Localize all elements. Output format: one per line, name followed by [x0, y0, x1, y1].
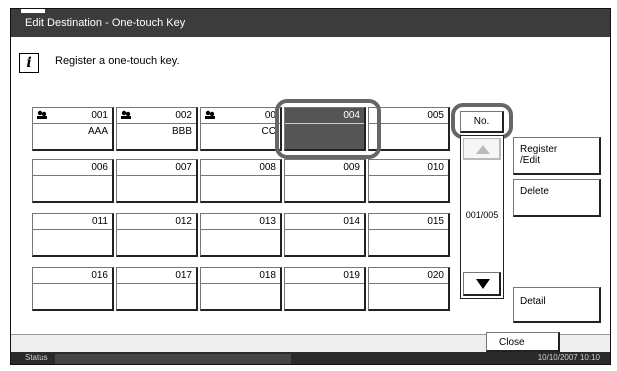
status-message-area	[55, 354, 291, 364]
message-text: Register a one-touch key.	[55, 55, 180, 67]
scroll-up-button[interactable]	[463, 138, 501, 160]
group-icon	[37, 110, 47, 119]
key-number: 013	[259, 216, 276, 227]
key-number: 018	[259, 270, 276, 281]
one-touch-key[interactable]: 008	[200, 159, 282, 203]
delete-button[interactable]: Delete	[513, 179, 601, 217]
one-touch-key[interactable]: 014	[284, 213, 366, 257]
register-edit-label-line2: /Edit	[520, 155, 541, 166]
key-number: 011	[92, 216, 108, 227]
down-arrow-icon	[476, 279, 490, 289]
page-indicator: 001/005	[465, 210, 499, 220]
one-touch-key[interactable]: 012	[116, 213, 198, 257]
key-divider	[369, 283, 448, 284]
info-icon: i	[19, 53, 39, 73]
status-datetime: 10/10/2007 10:10	[537, 353, 600, 362]
one-touch-key[interactable]: 020	[368, 267, 450, 311]
key-divider	[201, 229, 280, 230]
detail-button[interactable]: Detail	[513, 287, 601, 323]
key-number: 006	[91, 162, 108, 173]
selected-key-highlight	[275, 99, 381, 159]
key-name: CC	[261, 126, 276, 137]
one-touch-key[interactable]: 006	[32, 159, 114, 203]
key-number: 014	[343, 216, 360, 227]
one-touch-key[interactable]: 001 AAA	[32, 107, 114, 151]
register-edit-button[interactable]: Register /Edit	[513, 137, 601, 175]
key-divider	[285, 283, 364, 284]
key-number: 012	[175, 216, 192, 227]
number-button-highlight	[451, 103, 513, 139]
one-touch-key-panel: 001 AAA 002 BBB 00 CC 004 005 006 007 008 009 010 011…	[11, 87, 610, 334]
key-divider	[369, 229, 448, 230]
one-touch-key[interactable]: 017	[116, 267, 198, 311]
key-divider	[117, 283, 196, 284]
key-number: 002	[175, 110, 192, 121]
one-touch-key[interactable]: 00 CC	[200, 107, 282, 151]
message-area: i Register a one-touch key.	[11, 37, 610, 87]
key-divider	[201, 283, 280, 284]
key-number: 009	[343, 162, 360, 173]
key-number: 008	[259, 162, 276, 173]
register-edit-label-line1: Register	[520, 144, 558, 155]
key-divider	[201, 175, 280, 176]
key-divider	[201, 123, 280, 124]
one-touch-key[interactable]: 010	[368, 159, 450, 203]
key-number: 019	[343, 270, 360, 281]
key-divider	[117, 175, 196, 176]
one-touch-key[interactable]: 011	[32, 213, 114, 257]
key-divider	[33, 175, 112, 176]
group-icon	[121, 110, 131, 119]
key-number: 010	[427, 162, 444, 173]
up-arrow-icon	[476, 145, 490, 154]
key-divider	[33, 229, 112, 230]
group-icon	[205, 110, 215, 119]
key-number: 020	[427, 270, 444, 281]
key-number: 017	[175, 270, 192, 281]
page-scroll-column: 001/005	[460, 135, 504, 299]
bottom-bar: Close	[11, 332, 610, 353]
one-touch-key[interactable]: 016	[32, 267, 114, 311]
status-bar: Status 10/10/2007 10:10	[11, 352, 610, 364]
key-name: BBB	[171, 126, 192, 137]
scroll-down-button[interactable]	[463, 272, 501, 296]
one-touch-key[interactable]: 013	[200, 213, 282, 257]
key-number: 015	[427, 216, 444, 227]
key-divider	[285, 175, 364, 176]
one-touch-key[interactable]: 019	[284, 267, 366, 311]
one-touch-key[interactable]: 015	[368, 213, 450, 257]
key-divider	[33, 283, 112, 284]
key-divider	[285, 229, 364, 230]
screen: Edit Destination - One-touch Key i Regis…	[10, 8, 611, 365]
title-tab-notch	[21, 9, 45, 13]
window-title: Edit Destination - One-touch Key	[11, 9, 610, 37]
key-number: 007	[175, 162, 192, 173]
one-touch-key[interactable]: 002 BBB	[116, 107, 198, 151]
status-label[interactable]: Status	[25, 353, 48, 362]
key-divider	[117, 229, 196, 230]
key-number: 016	[91, 270, 108, 281]
key-divider	[33, 123, 112, 124]
one-touch-key[interactable]: 018	[200, 267, 282, 311]
close-button[interactable]: Close	[486, 332, 560, 352]
one-touch-key[interactable]: 009	[284, 159, 366, 203]
key-number: 001	[91, 110, 108, 121]
key-number: 005	[427, 110, 444, 121]
one-touch-key[interactable]: 007	[116, 159, 198, 203]
key-divider	[369, 175, 448, 176]
key-divider	[117, 123, 196, 124]
key-name: AAA	[87, 126, 108, 137]
